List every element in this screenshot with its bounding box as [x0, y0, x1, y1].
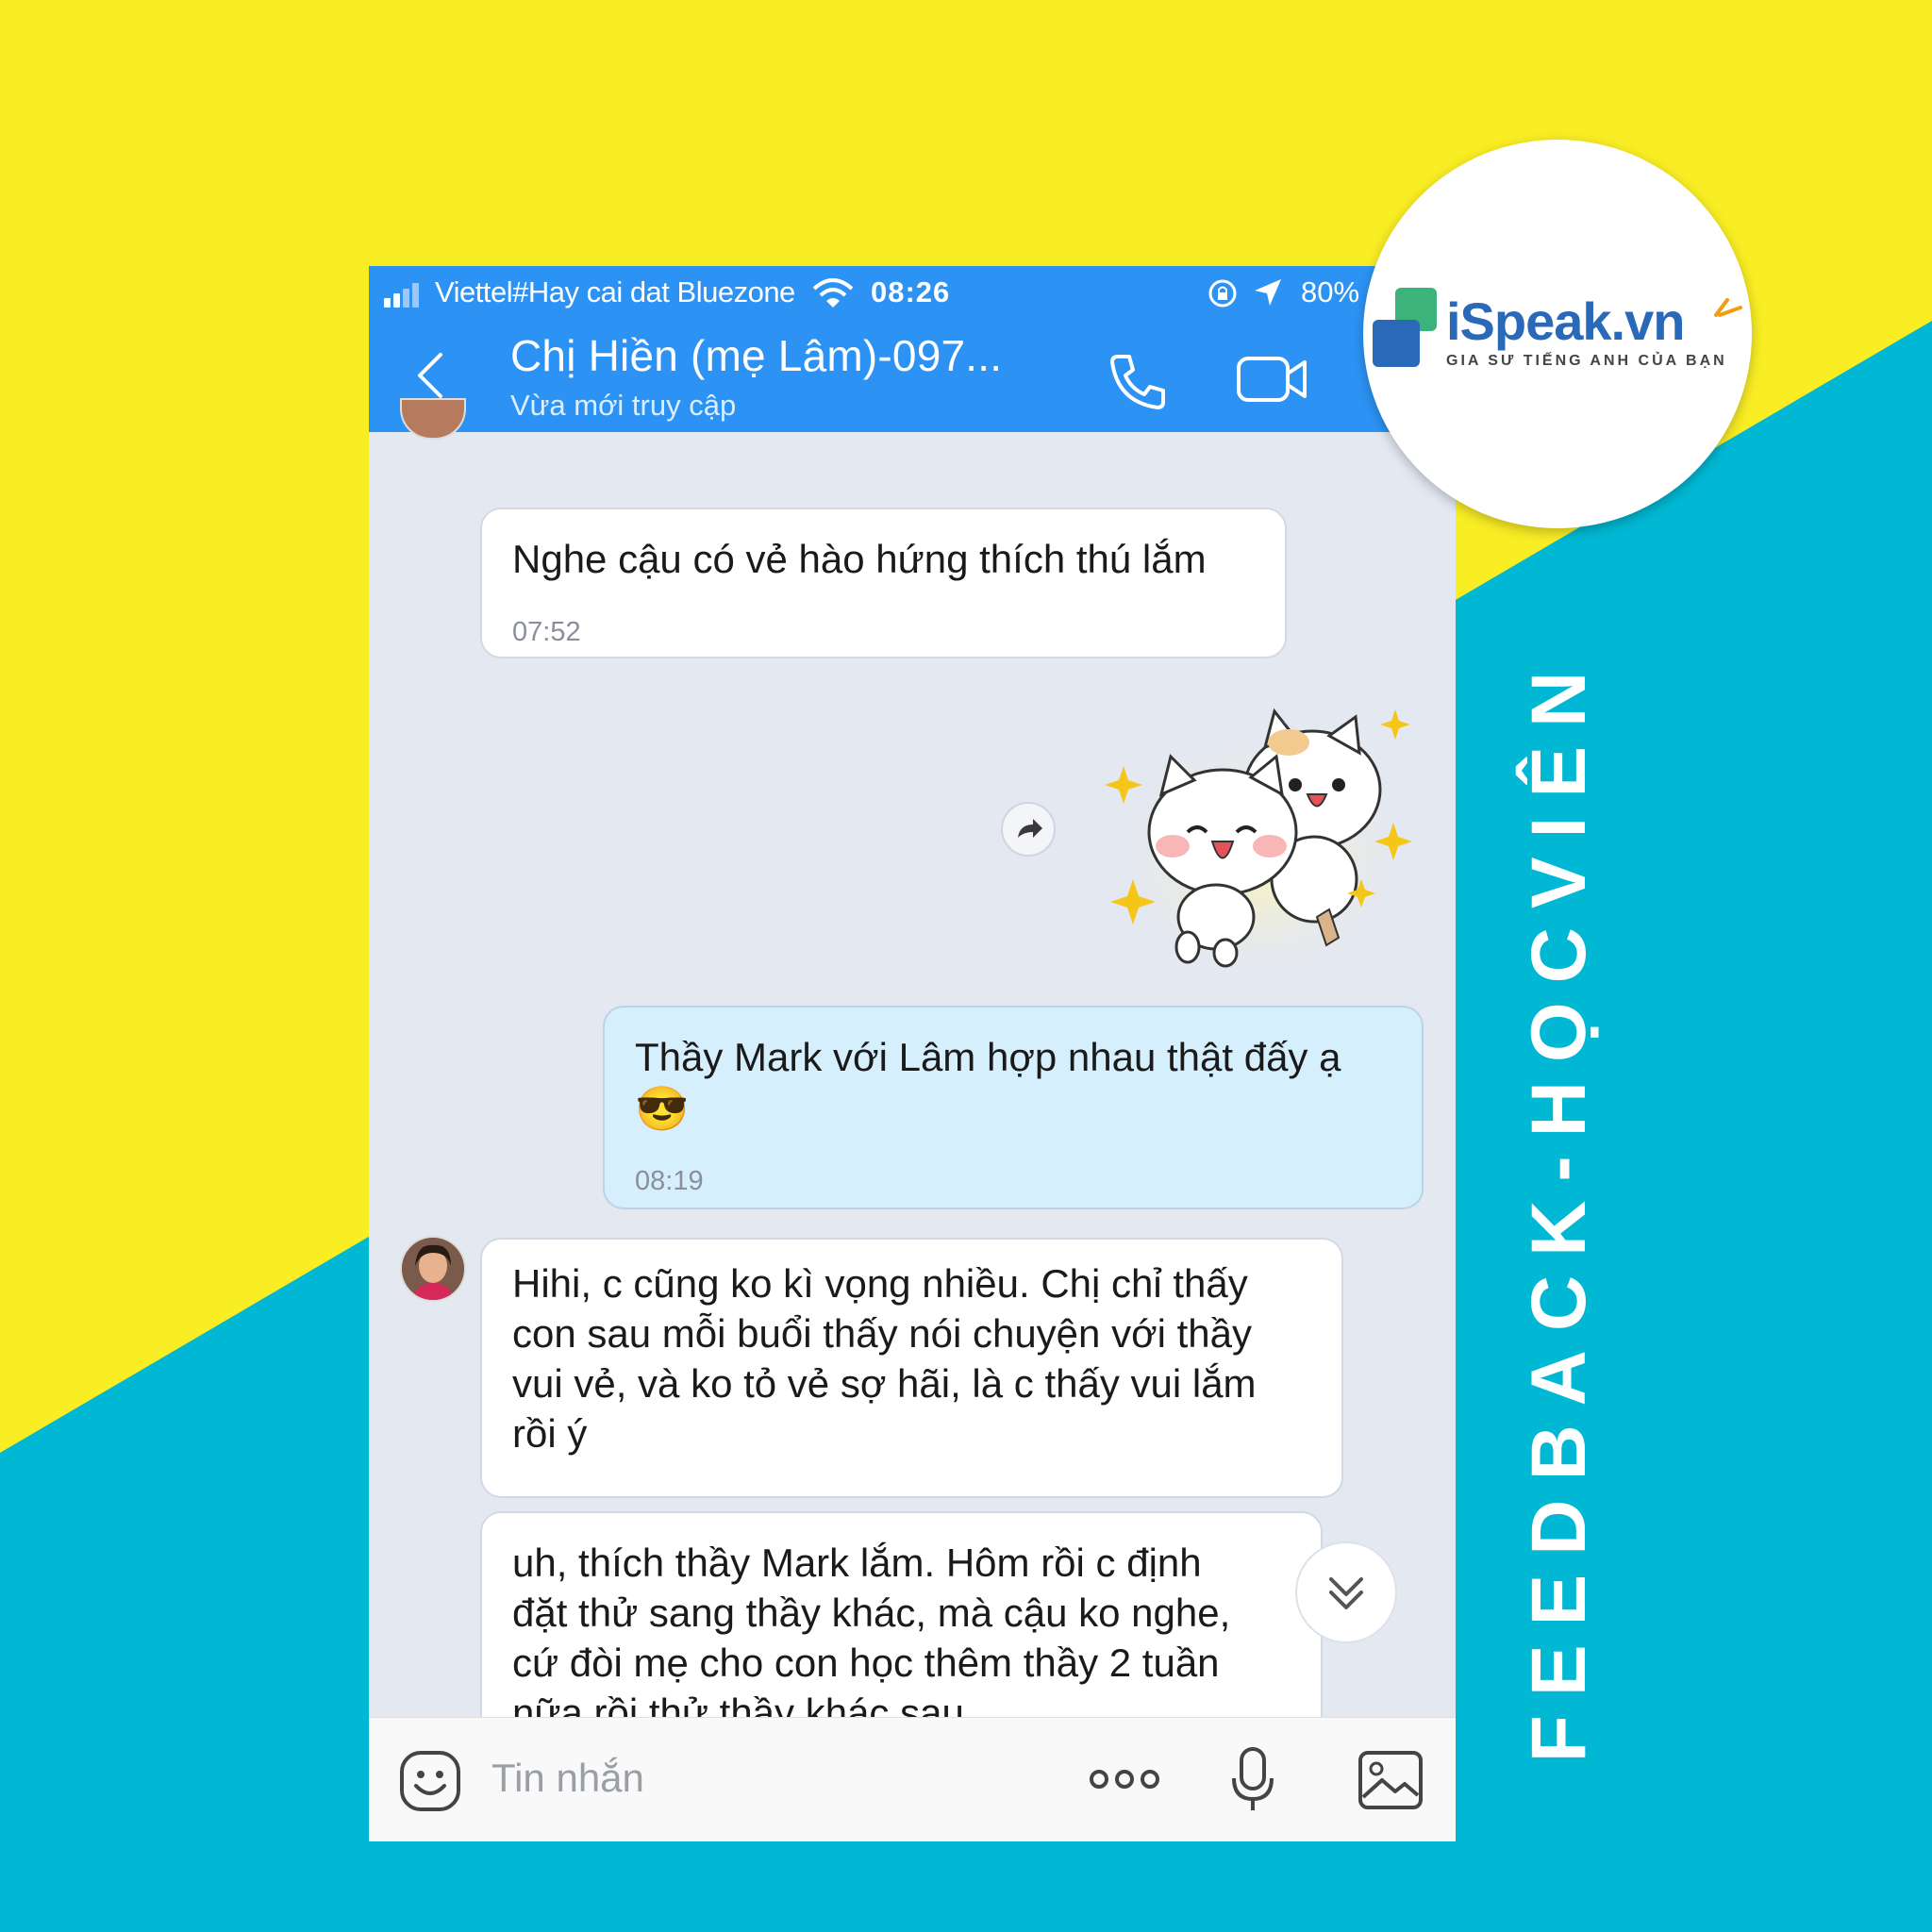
scroll-down-button[interactable]: [1295, 1541, 1397, 1643]
message-bubble-incoming[interactable]: Hihi, c cũng ko kì vọng nhiều. Chị chỉ t…: [480, 1238, 1343, 1498]
emoji-icon[interactable]: [399, 1750, 461, 1812]
message-time: 08:19: [635, 1166, 704, 1196]
message-text-line: vui vẻ, và ko tỏ vẻ sợ hãi, là c thấy vu…: [512, 1361, 1257, 1406]
signal-icon: [384, 283, 419, 308]
carrier-name: Viettel#Hay cai dat Bluezone: [435, 275, 795, 308]
microphone-icon[interactable]: [1229, 1746, 1276, 1814]
message-text-line: rồi ý: [512, 1411, 588, 1456]
back-icon[interactable]: [407, 347, 454, 404]
message-input[interactable]: Tin nhắn: [491, 1756, 644, 1801]
brand-logo: iSpeak.vn GIA SƯ TIẾNG ANH CỦA BẠN: [1363, 140, 1752, 528]
avatar[interactable]: [400, 1236, 466, 1302]
side-label: FEEDBACK-HỌCVIÊN: [1516, 623, 1602, 1792]
message-composer: Tin nhắn: [369, 1717, 1456, 1841]
message-text: Nghe cậu có vẻ hào hứng thích thú lắm: [512, 537, 1207, 581]
message-bubble-outgoing[interactable]: Thầy Mark với Lâm hợp nhau thật đấy ạ 😎 …: [603, 1006, 1424, 1209]
side-label-text: FEEDBACK-HỌCVIÊN: [1516, 652, 1602, 1763]
chat-screen: Viettel#Hay cai dat Bluezone 08:26 80% C…: [369, 266, 1456, 1841]
more-icon[interactable]: [1088, 1767, 1161, 1791]
scroll-down-icon: [1329, 1577, 1363, 1609]
message-text: Thầy Mark với Lâm hợp nhau thật đấy ạ: [635, 1035, 1341, 1079]
contact-name[interactable]: Chị Hiền (mẹ Lâm)-097...: [510, 330, 1002, 381]
chat-header: Chị Hiền (mẹ Lâm)-097... Vừa mới truy cậ…: [369, 319, 1456, 432]
location-icon: [1255, 279, 1281, 306]
sparkle-icon: [1714, 298, 1742, 317]
clock: 08:26: [871, 275, 951, 308]
share-forward-icon: [1018, 819, 1042, 838]
brand-tagline: GIA SƯ TIẾNG ANH CỦA BẠN: [1446, 353, 1727, 369]
share-forward-button[interactable]: [1001, 802, 1056, 857]
rotation-lock-icon: [1208, 279, 1237, 308]
message-text-line: đặt thử sang thầy khác, mà cậu ko nghe,: [512, 1591, 1231, 1635]
cat-sticker[interactable]: [1095, 691, 1416, 974]
message-text-line: con sau mỗi buổi thấy nói chuyện với thầ…: [512, 1311, 1252, 1356]
gallery-icon[interactable]: [1357, 1750, 1424, 1810]
logo-mark-icon: [1373, 288, 1437, 367]
contact-status: Vừa mới truy cập: [510, 389, 737, 422]
video-call-icon[interactable]: [1235, 351, 1310, 408]
wifi-icon: [812, 278, 854, 308]
contact-photo: [402, 1238, 464, 1300]
message-time: 07:52: [512, 617, 581, 647]
sunglasses-emoji-icon: 😎: [635, 1084, 690, 1133]
battery-level: 80%: [1301, 275, 1360, 308]
status-bar: Viettel#Hay cai dat Bluezone 08:26 80%: [369, 266, 1456, 319]
brand-name: iSpeak.vn: [1446, 291, 1685, 351]
message-bubble-incoming[interactable]: Nghe cậu có vẻ hào hứng thích thú lắm 07…: [480, 508, 1287, 658]
avatar[interactable]: [400, 398, 466, 440]
phone-call-icon[interactable]: [1105, 349, 1171, 415]
message-text-line: uh, thích thầy Mark lắm. Hôm rồi c định: [512, 1541, 1202, 1585]
message-text-line: Hihi, c cũng ko kì vọng nhiều. Chị chỉ t…: [512, 1261, 1248, 1306]
message-text-line: cứ đòi mẹ cho con học thêm thầy 2 tuần: [512, 1641, 1220, 1685]
